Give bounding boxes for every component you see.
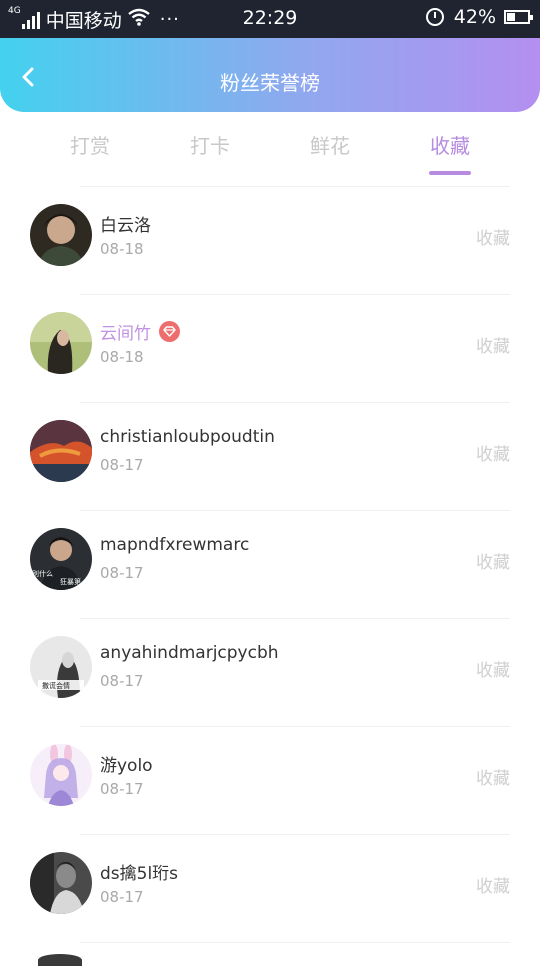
tab-label: 打赏: [70, 134, 110, 158]
tab-checkin[interactable]: 打卡: [170, 130, 250, 159]
avatar[interactable]: [30, 852, 92, 914]
tab-label: 鲜花: [310, 134, 350, 158]
user-name: 云间竹: [100, 324, 151, 344]
avatar-caption: 撒谎会情: [42, 681, 70, 690]
user-name: ds擒5l珩s: [100, 864, 179, 884]
list-item: 云间竹 08-18 收藏: [0, 294, 540, 402]
tab-label: 收藏: [430, 134, 470, 158]
tab-bar: 打赏 打卡 鲜花 收藏: [0, 112, 540, 175]
name-line: ds擒5l珩s: [100, 859, 178, 884]
divider: [80, 402, 510, 403]
page-header: 粉丝荣誉榜: [0, 38, 540, 112]
avatar-caption: 狂暴第: [60, 577, 81, 586]
user-name: 白云洛: [100, 216, 151, 236]
list-item: 白云洛 08-18 收藏: [0, 186, 540, 294]
date: 08-17: [100, 564, 144, 582]
avatar[interactable]: 撒谎会情: [30, 636, 92, 698]
name-line: 云间竹: [100, 319, 180, 344]
name-line: mapndfxrewmarc: [100, 535, 249, 555]
favorite-action[interactable]: 收藏: [476, 548, 510, 573]
favorite-action[interactable]: 收藏: [476, 440, 510, 465]
favorite-action[interactable]: 收藏: [476, 872, 510, 897]
name-line: 白云洛: [100, 211, 151, 236]
divider: [80, 942, 510, 943]
tab-label: 打卡: [190, 134, 230, 158]
list-item: 撒谎会情 anyahindmarjcpycbh 08-17 收藏: [0, 618, 540, 726]
divider: [80, 510, 510, 511]
date: 08-18: [100, 348, 144, 366]
name-line: anyahindmarjcpycbh: [100, 643, 279, 663]
battery-percent: 42%: [453, 6, 496, 28]
avatar[interactable]: 别什么 狂暴第: [30, 528, 92, 590]
user-name: mapndfxrewmarc: [100, 535, 250, 555]
name-line: christianloubpoudtin: [100, 427, 275, 447]
tab-reward[interactable]: 打赏: [50, 130, 130, 159]
date: 08-17: [100, 672, 144, 690]
user-name: christianloubpoudtin: [100, 427, 275, 447]
status-right: 42%: [425, 6, 533, 28]
divider: [80, 726, 510, 727]
date: 08-17: [100, 780, 144, 798]
tab-flowers[interactable]: 鲜花: [290, 130, 370, 159]
user-name: 游yolo: [100, 756, 153, 776]
alarm-icon: [425, 8, 444, 26]
fan-list: 白云洛 08-18 收藏 云间竹 08-18 收藏 christianloubp…: [0, 186, 540, 952]
divider: [80, 186, 510, 187]
avatar[interactable]: [30, 420, 92, 482]
active-tab-indicator: [429, 171, 471, 175]
page-title: 粉丝荣誉榜: [220, 71, 320, 95]
divider: [80, 834, 510, 835]
name-line: 游yolo: [100, 751, 153, 776]
avatar[interactable]: [30, 204, 92, 266]
date: 08-17: [100, 888, 144, 906]
favorite-action[interactable]: 收藏: [476, 764, 510, 789]
favorite-action[interactable]: 收藏: [476, 224, 510, 249]
avatar[interactable]: [30, 312, 92, 374]
list-item: christianloubpoudtin 08-17 收藏: [0, 402, 540, 510]
diamond-icon: [159, 321, 180, 342]
avatar[interactable]: [30, 744, 92, 806]
battery-fill: [507, 13, 515, 21]
avatar[interactable]: [38, 954, 82, 966]
list-item: 游yolo 08-17 收藏: [0, 726, 540, 834]
date: 08-17: [100, 456, 144, 474]
battery-icon: [504, 10, 533, 24]
divider: [80, 618, 510, 619]
divider: [80, 294, 510, 295]
favorite-action[interactable]: 收藏: [476, 656, 510, 681]
tab-favorites[interactable]: 收藏: [410, 130, 490, 175]
list-item: ds擒5l珩s 08-17 收藏: [0, 834, 540, 942]
user-name: anyahindmarjcpycbh: [100, 643, 279, 663]
status-bar: 4G 中国移动 ··· 22:29 42%: [0, 0, 540, 38]
avatar-caption: 别什么: [32, 569, 53, 578]
favorite-action[interactable]: 收藏: [476, 332, 510, 357]
list-item: 别什么 狂暴第 mapndfxrewmarc 08-17 收藏: [0, 510, 540, 618]
date: 08-18: [100, 240, 144, 258]
list-item-partial: [0, 942, 540, 952]
